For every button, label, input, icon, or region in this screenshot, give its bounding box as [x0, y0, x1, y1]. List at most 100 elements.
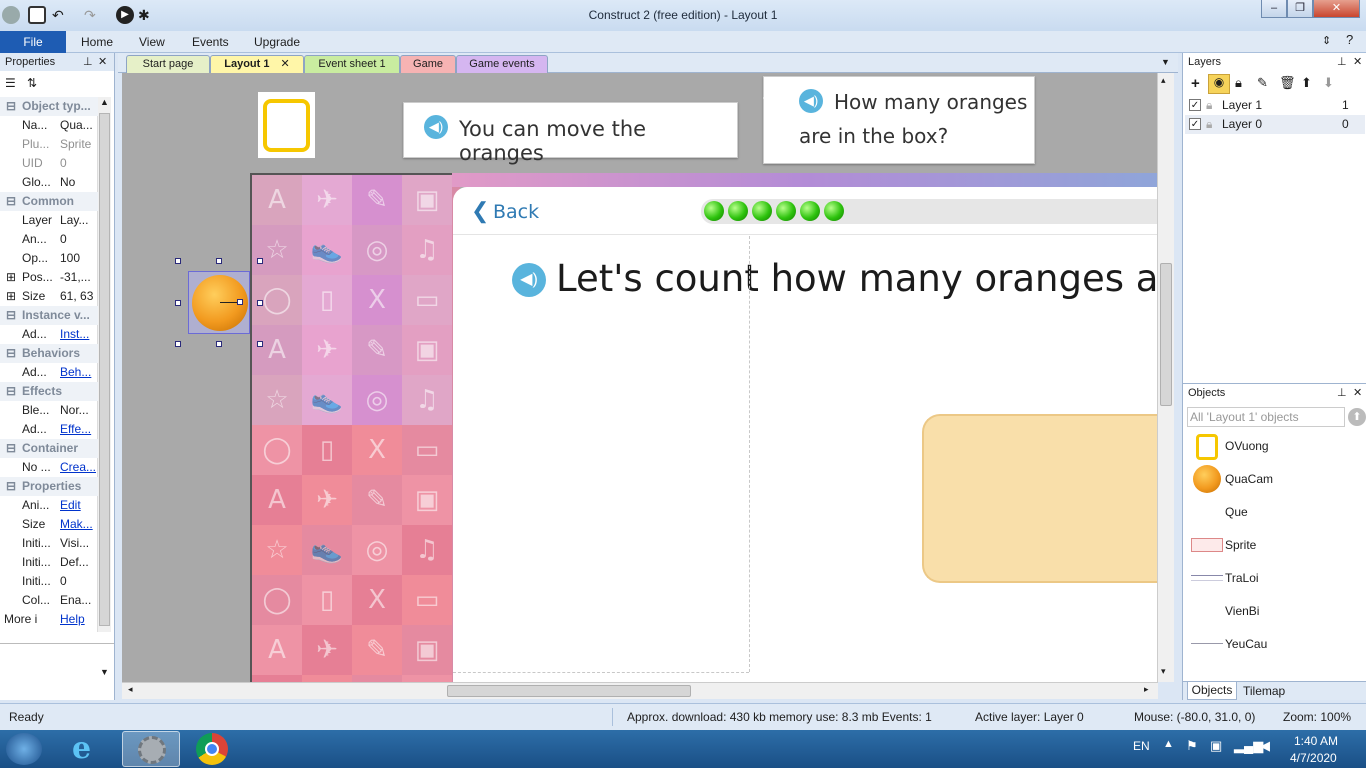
property-value[interactable]: Inst... — [60, 325, 96, 344]
resize-handle[interactable] — [257, 258, 263, 264]
vertical-scroll-thumb[interactable] — [1160, 263, 1172, 406]
speaker-icon[interactable]: ◀) — [424, 115, 448, 139]
panel-close-icon[interactable]: ✕ — [1353, 384, 1362, 402]
property-value[interactable]: 61, 63 — [60, 287, 96, 306]
tab-game-events[interactable]: Game events — [456, 55, 548, 73]
edit-layer-icon[interactable]: ✎ — [1257, 75, 1268, 91]
scroll-right-icon[interactable]: ▸ — [1144, 684, 1149, 695]
object-list-item[interactable]: YeuCau — [1190, 629, 1360, 659]
expand-icon[interactable]: ⊞ — [6, 287, 16, 306]
object-list-item[interactable]: TraLoi — [1190, 563, 1360, 593]
resize-handle[interactable] — [175, 300, 181, 306]
collapse-icon[interactable]: ⊟ — [6, 477, 16, 496]
tab-list-dropdown-icon[interactable]: ▼ — [1161, 57, 1170, 67]
background-tiles[interactable]: A ✈ ✎ ▣ ☆ 👟 ◎ ♫ ◯ ▯ X ▭ A ✈ ✎ ▣ ☆ 👟 ◎ ♫ ◯ ▯ X ▭ A ✈ ✎ ▣ ☆ 👟 ◎ ♫ ◯ ▯ X ▭ A ✈ ✎ ▣… — [250, 173, 460, 682]
property-row[interactable]: Initi... Def... — [0, 553, 98, 572]
property-value[interactable]: Sprite — [60, 135, 96, 154]
objects-up-folder-icon[interactable]: ⬆ — [1348, 408, 1366, 426]
property-category[interactable]: ⊟ Container — [0, 439, 98, 458]
ovuong-object[interactable] — [258, 92, 315, 158]
property-category[interactable]: ⊟ Common — [0, 192, 98, 211]
object-list-item[interactable]: Que — [1190, 497, 1360, 527]
scroll-down-icon[interactable]: ▼ — [98, 667, 111, 681]
pin-icon[interactable]: ⊥ — [1337, 384, 1347, 402]
clock-date[interactable]: 4/7/2020 — [1290, 751, 1337, 765]
minimize-button[interactable]: – — [1261, 0, 1287, 18]
property-row[interactable]: Ble... Nor... — [0, 401, 98, 420]
property-row[interactable]: Initi... Visi... — [0, 534, 98, 553]
construct2-taskbar-button[interactable] — [122, 731, 180, 767]
property-value[interactable]: Qua... — [60, 116, 96, 135]
property-row[interactable]: ⊞ Size 61, 63 — [0, 287, 98, 306]
menu-view[interactable]: View — [139, 35, 165, 49]
property-row[interactable]: Ad... Beh... — [0, 363, 98, 382]
property-value[interactable]: Edit — [60, 496, 96, 515]
horizontal-scrollbar[interactable]: ◂ ▸ — [122, 682, 1158, 699]
object-list-item[interactable]: Sprite — [1190, 530, 1360, 560]
property-row[interactable]: No ... Crea... — [0, 458, 98, 477]
speech-bubble-question[interactable]: ◀) How many oranges are in the box? — [763, 76, 1035, 164]
tab-event-sheet-1[interactable]: Event sheet 1 — [304, 55, 400, 73]
device-icon[interactable]: ▣ — [1210, 738, 1222, 754]
back-button[interactable]: Back — [493, 201, 539, 223]
answer-box[interactable] — [922, 414, 1158, 583]
tab-game[interactable]: Game — [400, 55, 456, 73]
help-icon[interactable]: ? — [1346, 32, 1353, 47]
property-value[interactable]: Help — [60, 610, 96, 629]
property-row[interactable]: UID 0 — [0, 154, 98, 173]
property-row[interactable]: Initi... 0 — [0, 572, 98, 591]
speech-bubble-move[interactable]: ◀) You can move the oranges — [403, 102, 738, 165]
resize-handle[interactable] — [257, 341, 263, 347]
object-list-item[interactable]: QuaCam — [1190, 464, 1360, 494]
close-window-button[interactable]: ✕ — [1313, 0, 1360, 18]
property-value[interactable]: Beh... — [60, 363, 96, 382]
property-value[interactable]: -31,... — [60, 268, 96, 287]
property-value[interactable]: 100 — [60, 249, 96, 268]
layout-canvas[interactable]: ◀) You can move the oranges ◀) How many … — [122, 73, 1158, 682]
add-layer-icon[interactable]: + — [1191, 75, 1200, 92]
start-button[interactable] — [6, 733, 42, 765]
property-category[interactable]: ⊟ Instance v... — [0, 306, 98, 325]
property-row[interactable]: Na... Qua... — [0, 116, 98, 135]
tab-layout-1[interactable]: Layout 1 ✕ — [210, 55, 304, 73]
property-row[interactable]: Ad... Effe... — [0, 420, 98, 439]
property-value[interactable]: Nor... — [60, 401, 96, 420]
property-row[interactable]: Ad... Inst... — [0, 325, 98, 344]
chrome-icon[interactable] — [196, 733, 228, 765]
layer-lock-icon[interactable]: 🔒︎ — [1206, 115, 1212, 134]
property-value[interactable]: 0 — [60, 572, 96, 591]
heading-speaker-icon[interactable]: ◀) — [512, 263, 546, 297]
menu-upgrade[interactable]: Upgrade — [254, 35, 300, 49]
action-center-icon[interactable]: ⚑ — [1186, 738, 1198, 754]
resize-handle[interactable] — [175, 258, 181, 264]
move-layer-up-icon[interactable]: ⬆ — [1301, 75, 1312, 91]
scroll-down-icon[interactable]: ▾ — [1161, 666, 1166, 677]
clock-time[interactable]: 1:40 AM — [1294, 734, 1338, 748]
object-list-item[interactable]: OVuong — [1190, 431, 1360, 461]
menu-events[interactable]: Events — [192, 35, 229, 49]
property-row[interactable]: ⊞ Pos... -31,... — [0, 268, 98, 287]
pin-icon[interactable]: ⊥ — [83, 53, 93, 71]
vertical-scrollbar[interactable]: ▴ ▾ — [1157, 73, 1174, 682]
property-category[interactable]: ⊟ Object typ... — [0, 97, 98, 116]
property-value[interactable]: No — [60, 173, 96, 192]
back-chevron-icon[interactable]: ❮ — [471, 198, 489, 224]
internet-explorer-icon[interactable]: e — [72, 734, 106, 764]
property-value[interactable]: Mak... — [60, 515, 96, 534]
collapse-icon[interactable]: ⊟ — [6, 344, 16, 363]
property-row[interactable]: More i... Help — [0, 610, 98, 629]
game-panel[interactable]: ❮ Back ◀) Let's count how many oranges a… — [453, 187, 1158, 682]
property-value[interactable]: Lay... — [60, 211, 96, 230]
property-value[interactable]: Effe... — [60, 420, 96, 439]
properties-scrollbar[interactable]: ▲ ▼ — [97, 97, 111, 677]
layer-visible-checkbox[interactable]: ✓ — [1189, 99, 1201, 111]
property-value[interactable]: 0 — [60, 154, 96, 173]
property-category[interactable]: ⊟ Properties — [0, 477, 98, 496]
file-menu-button[interactable]: File — [0, 31, 66, 53]
layer-row[interactable]: ✓ 🔒︎ Layer 1 1 — [1185, 96, 1365, 115]
property-category[interactable]: ⊟ Behaviors — [0, 344, 98, 363]
property-value[interactable]: Visi... — [60, 534, 96, 553]
property-row[interactable]: Ani... Edit — [0, 496, 98, 515]
resize-handle[interactable] — [257, 300, 263, 306]
speaker-icon[interactable]: ◀) — [799, 89, 823, 113]
